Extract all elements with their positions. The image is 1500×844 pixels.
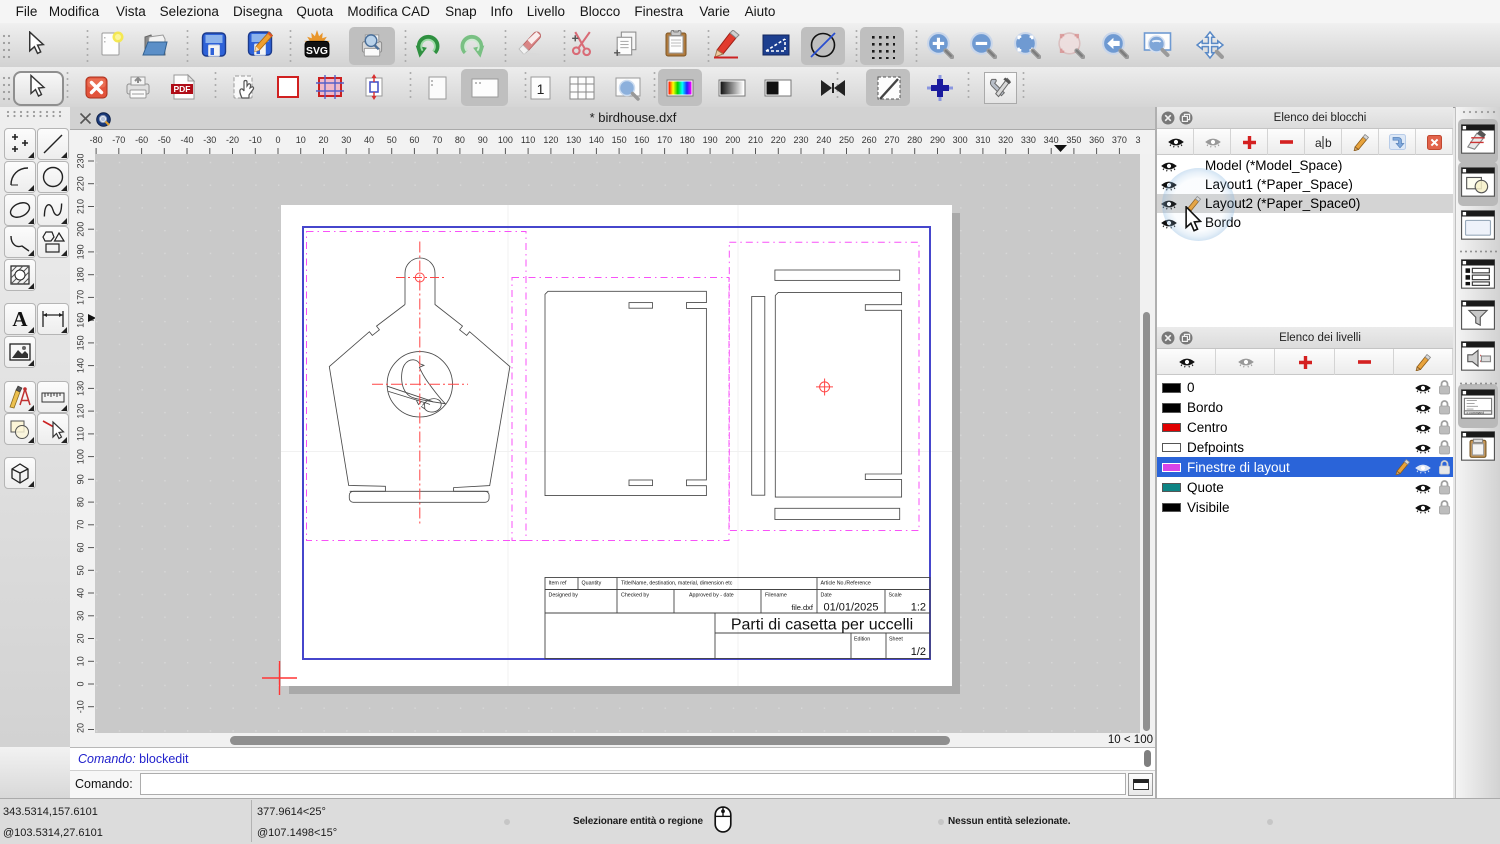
svg-text:60: 60 <box>75 543 85 553</box>
svg-text:220: 220 <box>75 176 85 191</box>
svg-text:Article No./Reference: Article No./Reference <box>821 581 871 587</box>
svg-text:230: 230 <box>75 154 85 169</box>
svg-text:PDF: PDF <box>174 84 191 94</box>
svg-text:0: 0 <box>75 681 85 686</box>
svg-text:c command: c command <box>1467 411 1485 415</box>
svg-text:260: 260 <box>862 135 877 145</box>
svg-text:180: 180 <box>75 267 85 282</box>
svg-text:Item ref: Item ref <box>549 581 567 587</box>
svg-text:40: 40 <box>364 135 374 145</box>
svg-text:210: 210 <box>75 199 85 214</box>
svg-text:-10: -10 <box>75 700 85 713</box>
svg-text:190: 190 <box>703 135 718 145</box>
svg-text:370: 370 <box>1112 135 1127 145</box>
svg-text:50: 50 <box>387 135 397 145</box>
svg-text:Scale: Scale <box>889 593 902 599</box>
svg-text:160: 160 <box>634 135 649 145</box>
svg-text:-80: -80 <box>90 135 103 145</box>
svg-text:Title/Name, destination, mater: Title/Name, destination, material, dimen… <box>621 581 733 587</box>
svg-text:90: 90 <box>75 474 85 484</box>
svg-text:20: 20 <box>318 135 328 145</box>
svg-text:100: 100 <box>498 135 513 145</box>
svg-text:1/2: 1/2 <box>911 646 926 658</box>
svg-text:210: 210 <box>748 135 763 145</box>
svg-text:40: 40 <box>75 588 85 598</box>
svg-text:20: 20 <box>75 633 85 643</box>
svg-text:1: 1 <box>537 81 545 97</box>
svg-text:-50: -50 <box>158 135 171 145</box>
svg-text:Quantity: Quantity <box>582 581 602 587</box>
svg-text:150: 150 <box>612 135 627 145</box>
svg-text:10: 10 <box>75 656 85 666</box>
svg-text:Filename: Filename <box>765 593 787 599</box>
svg-text:180: 180 <box>680 135 695 145</box>
svg-text:280: 280 <box>907 135 922 145</box>
svg-text:170: 170 <box>657 135 672 145</box>
svg-text:350: 350 <box>1066 135 1081 145</box>
svg-text:220: 220 <box>771 135 786 145</box>
svg-text:SVG: SVG <box>306 46 328 57</box>
svg-text:270: 270 <box>884 135 899 145</box>
svg-text:340: 340 <box>1044 135 1059 145</box>
svg-text:170: 170 <box>75 290 85 305</box>
svg-text:-60: -60 <box>135 135 148 145</box>
svg-text:120: 120 <box>543 135 558 145</box>
svg-text:10: 10 <box>296 135 306 145</box>
svg-text:360: 360 <box>1089 135 1104 145</box>
svg-text:240: 240 <box>816 135 831 145</box>
svg-text:1:2: 1:2 <box>911 602 926 614</box>
svg-text:100: 100 <box>75 449 85 464</box>
svg-text:150: 150 <box>75 335 85 350</box>
svg-text:130: 130 <box>566 135 581 145</box>
svg-text:b: b <box>1325 136 1332 149</box>
svg-text:230: 230 <box>793 135 808 145</box>
svg-text:60: 60 <box>409 135 419 145</box>
svg-text:-20: -20 <box>226 135 239 145</box>
svg-text:Parti di casetta per uccelli: Parti di casetta per uccelli <box>731 617 913 634</box>
svg-text:-40: -40 <box>180 135 193 145</box>
svg-text:70: 70 <box>75 520 85 530</box>
svg-text:0: 0 <box>275 135 280 145</box>
svg-text:120: 120 <box>75 404 85 419</box>
svg-text:30: 30 <box>341 135 351 145</box>
svg-text:Sheet: Sheet <box>889 637 903 643</box>
svg-text:290: 290 <box>930 135 945 145</box>
svg-text:-30: -30 <box>203 135 216 145</box>
svg-text:Checked by: Checked by <box>621 593 649 599</box>
svg-text:200: 200 <box>75 222 85 237</box>
svg-text:200: 200 <box>725 135 740 145</box>
svg-text:160: 160 <box>75 313 85 328</box>
svg-text:90: 90 <box>478 135 488 145</box>
svg-text:110: 110 <box>75 427 85 441</box>
svg-text:Approved by - date: Approved by - date <box>689 593 734 599</box>
svg-text:190: 190 <box>75 244 85 259</box>
svg-text:A: A <box>12 307 28 331</box>
svg-text:80: 80 <box>75 497 85 507</box>
svg-text:30: 30 <box>75 611 85 621</box>
svg-text:110: 110 <box>521 135 535 145</box>
svg-text:Designed by: Designed by <box>549 593 579 599</box>
svg-text:320: 320 <box>998 135 1013 145</box>
svg-text:file.dxf: file.dxf <box>791 603 814 612</box>
svg-text:300: 300 <box>953 135 968 145</box>
svg-text:-70: -70 <box>112 135 125 145</box>
svg-text:Date: Date <box>821 593 832 599</box>
svg-text:3: 3 <box>1135 135 1140 145</box>
svg-text:70: 70 <box>432 135 442 145</box>
svg-text:-10: -10 <box>249 135 262 145</box>
svg-text:130: 130 <box>75 381 85 396</box>
svg-text:140: 140 <box>75 358 85 373</box>
svg-text:50: 50 <box>75 565 85 575</box>
svg-text:310: 310 <box>975 135 990 145</box>
svg-text:Edition: Edition <box>854 637 870 643</box>
svg-text:80: 80 <box>455 135 465 145</box>
svg-text:a: a <box>1315 136 1322 149</box>
svg-text:01/01/2025: 01/01/2025 <box>823 602 878 614</box>
svg-text:-20: -20 <box>75 723 85 733</box>
svg-text:330: 330 <box>1021 135 1036 145</box>
svg-text:140: 140 <box>589 135 604 145</box>
svg-text:250: 250 <box>839 135 854 145</box>
